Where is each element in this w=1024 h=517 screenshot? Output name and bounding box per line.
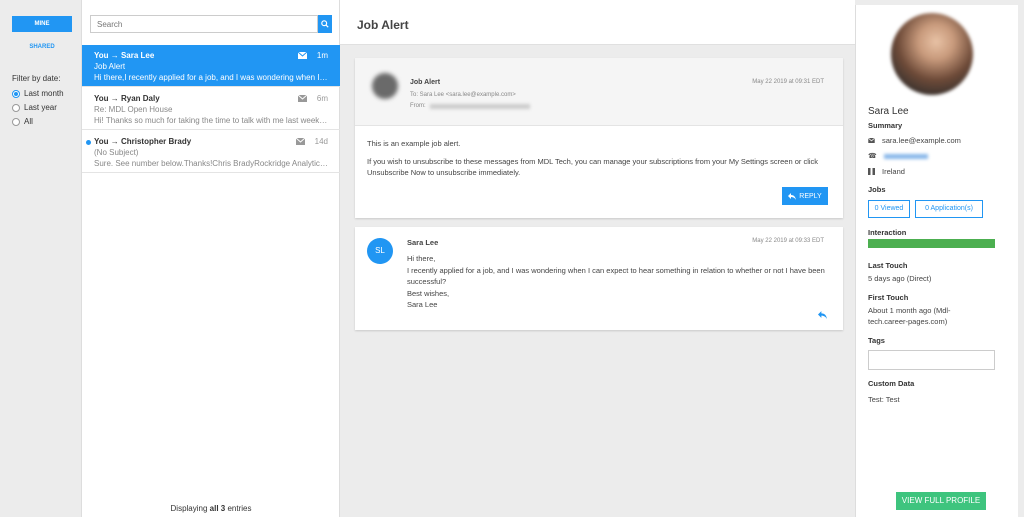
conversation-time: 1m xyxy=(316,51,328,60)
search-button[interactable] xyxy=(318,15,332,33)
date-option-label: Last year xyxy=(24,103,57,112)
conversation-time: 6m xyxy=(316,94,328,103)
profile-name: Sara Lee xyxy=(868,106,909,117)
conversation-from: You → Sara Lee xyxy=(94,51,155,60)
reply-line: Best wishes, xyxy=(407,288,450,298)
radio-icon[interactable] xyxy=(12,89,20,98)
interaction-label: Interaction xyxy=(868,228,907,237)
profile-phone-row: ☎ xyxy=(868,152,928,160)
conversation-subject: Re: MDL Open House xyxy=(94,105,173,114)
redacted-sender xyxy=(429,103,530,109)
email-from-label: From: xyxy=(410,103,426,109)
date-option-last-year[interactable]: Last year xyxy=(12,103,57,112)
email-body-paragraph: This is an example job alert. xyxy=(367,139,461,148)
date-option-label: All xyxy=(24,117,33,126)
conversation-subject: Job Alert xyxy=(94,62,126,71)
reply-button-label: REPLY xyxy=(799,192,822,200)
first-touch-value: About 1 month ago (Mdl-tech.career-pages… xyxy=(868,306,951,326)
reply-line: Sara Lee xyxy=(407,300,438,309)
unread-indicator xyxy=(86,140,91,145)
reply-line: Hi there, xyxy=(407,254,436,263)
applications-button[interactable]: 0 Application(s) xyxy=(915,200,983,218)
email-to: To: Sara Lee <sara.lee@example.com> xyxy=(410,92,516,98)
custom-data-value: Test: Test xyxy=(868,395,900,404)
search-input[interactable] xyxy=(90,15,318,33)
summary-label: Summary xyxy=(868,121,903,130)
tags-label: Tags xyxy=(868,336,885,345)
search-icon xyxy=(321,20,329,28)
reply-card: SL Sara Lee May 22 2019 at 09:33 EDT Hi … xyxy=(355,227,843,330)
conversation-list: You → Sara Lee 1m Job Alert Hi there,I r… xyxy=(82,0,340,517)
reply-icon xyxy=(788,192,797,200)
message-view: Job Alert Job Alert May 22 2019 at 09:31… xyxy=(340,0,855,517)
list-footer: Displaying all 3 entries xyxy=(82,504,340,513)
radio-icon[interactable] xyxy=(12,103,20,112)
phone-icon: ☎ xyxy=(868,153,877,160)
conversation-subject: (No Subject) xyxy=(94,148,139,157)
date-option-label: Last month xyxy=(24,89,64,98)
envelope-icon xyxy=(297,52,307,59)
email-from: From: xyxy=(410,103,530,109)
email-title: Job Alert xyxy=(410,79,441,86)
conversation-item-sara-lee[interactable]: You → Sara Lee 1m Job Alert Hi there,I r… xyxy=(82,45,340,87)
map-icon xyxy=(868,168,875,175)
avatar: SL xyxy=(367,238,393,264)
filter-by-date-label: Filter by date: xyxy=(12,74,61,83)
message-header: Job Alert xyxy=(340,0,855,45)
mine-tab[interactable]: MINE xyxy=(12,16,72,32)
reply-date: May 22 2019 at 09:33 EDT xyxy=(752,238,824,244)
profile-location: Ireland xyxy=(882,167,905,176)
email-body: This is an example job alert. If you wis… xyxy=(367,138,827,185)
reply-icon[interactable] xyxy=(818,311,827,321)
reply-line: I recently applied for a job, and I was … xyxy=(407,265,825,287)
profile-photo xyxy=(891,13,973,95)
date-option-all[interactable]: All xyxy=(12,117,33,126)
email-date: May 22 2019 at 09:31 EDT xyxy=(752,79,824,85)
list-footer-count: all 3 xyxy=(209,504,226,513)
filter-sidebar: MINE SHARED Filter by date: Last month L… xyxy=(0,0,82,517)
conversation-preview: Hi there,I recently applied for a job, a… xyxy=(94,73,328,82)
profile-location-row: Ireland xyxy=(868,167,905,176)
radio-icon[interactable] xyxy=(12,117,20,126)
tags-input[interactable] xyxy=(868,350,995,370)
conversation-item-ryan-daly[interactable]: You → Ryan Daly 6m Re: MDL Open House Hi… xyxy=(82,88,340,130)
conversation-preview: Hi! Thanks so much for taking the time t… xyxy=(94,116,328,125)
conversation-preview: Sure. See number below.Thanks!Chris Brad… xyxy=(94,159,328,168)
email-body-paragraph: If you wish to unsubscribe to these mess… xyxy=(367,157,819,177)
envelope-icon xyxy=(295,138,305,145)
conversation-from: You → Christopher Brady xyxy=(94,137,192,146)
profile-panel: Sara Lee Summary sara.lee@example.com ☎ … xyxy=(855,5,1018,517)
profile-email-row: sara.lee@example.com xyxy=(868,136,961,145)
viewed-jobs-button[interactable]: 0 Viewed xyxy=(868,200,910,218)
conversation-from: You → Ryan Daly xyxy=(94,94,160,103)
date-option-last-month[interactable]: Last month xyxy=(12,89,64,98)
reply-body: Hi there, I recently applied for a job, … xyxy=(407,253,827,311)
last-touch-value: 5 days ago (Direct) xyxy=(868,274,932,283)
email-header: Job Alert May 22 2019 at 09:31 EDT To: S… xyxy=(355,58,843,126)
profile-email: sara.lee@example.com xyxy=(882,136,961,145)
conversation-item-christopher-brady[interactable]: You → Christopher Brady 14d (No Subject)… xyxy=(82,131,340,173)
list-footer-suffix: entries xyxy=(225,504,252,513)
envelope-icon xyxy=(868,138,875,143)
email-card: Job Alert May 22 2019 at 09:31 EDT To: S… xyxy=(355,58,843,218)
envelope-icon xyxy=(297,95,307,102)
page-title: Job Alert xyxy=(357,18,409,32)
last-touch-label: Last Touch xyxy=(868,261,908,270)
first-touch-label: First Touch xyxy=(868,293,909,302)
sender-avatar xyxy=(372,73,398,99)
view-full-profile-button[interactable]: VIEW FULL PROFILE xyxy=(896,492,986,510)
interaction-bar xyxy=(868,239,995,248)
list-footer-prefix: Displaying xyxy=(170,504,210,513)
conversation-time: 14d xyxy=(314,137,328,146)
reply-button[interactable]: REPLY xyxy=(782,187,828,205)
jobs-label: Jobs xyxy=(868,185,886,194)
custom-data-label: Custom Data xyxy=(868,379,915,388)
reply-sender-name: Sara Lee xyxy=(407,238,439,247)
shared-tab[interactable]: SHARED xyxy=(12,40,72,54)
redacted-phone xyxy=(883,153,928,159)
